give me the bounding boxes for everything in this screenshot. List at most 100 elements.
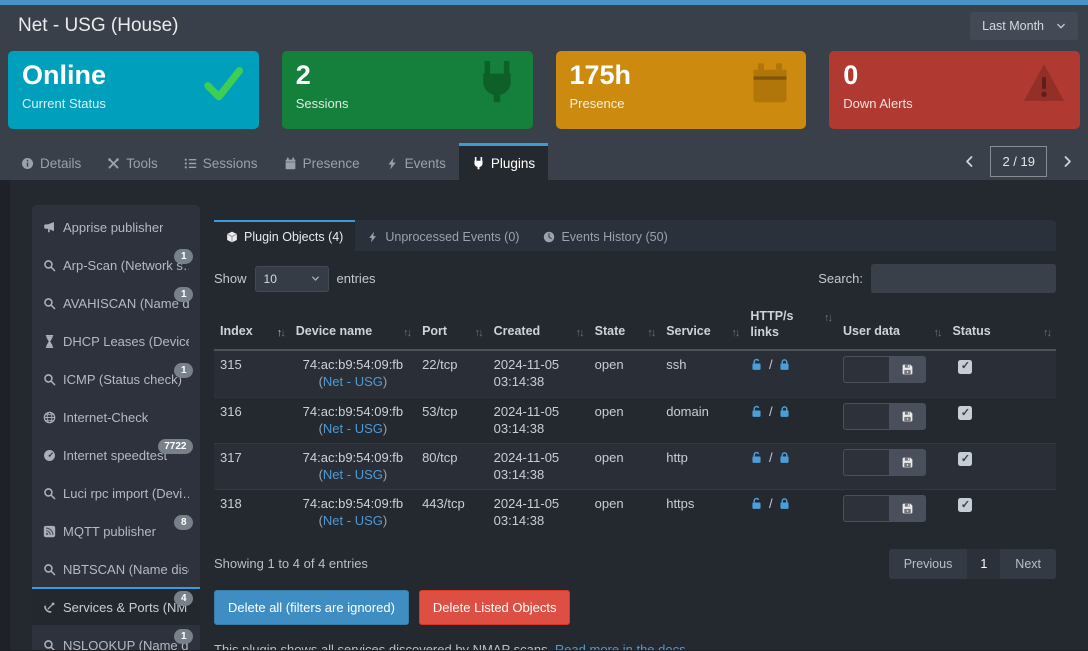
status-checkbox[interactable]: ✓ — [958, 406, 972, 420]
column-header-device-name[interactable]: ↑↓Device name — [290, 303, 416, 350]
page-size-select[interactable]: 10 — [255, 266, 329, 292]
card-down-alerts[interactable]: 0Down Alerts — [829, 51, 1080, 129]
status-checkbox[interactable]: ✓ — [958, 360, 972, 374]
card-current-status[interactable]: OnlineCurrent Status — [8, 51, 259, 129]
save-user-data-button[interactable] — [889, 356, 926, 383]
sidebar-item-label: DHCP Leases (Device … — [63, 334, 189, 349]
tab-details[interactable]: Details — [8, 143, 94, 180]
sidebar-item-nslookup-name-di[interactable]: NSLOOKUP (Name di…1 — [32, 625, 200, 650]
save-user-data-button[interactable] — [889, 403, 926, 430]
tab-label: Details — [40, 156, 81, 171]
sidebar-item-label: AVAHISCAN (Name di… — [63, 296, 189, 311]
sidebar-item-nbtscan-name-disc[interactable]: NBTSCAN (Name disc… — [32, 549, 200, 587]
save-user-data-button[interactable] — [889, 495, 926, 522]
device-link[interactable]: Net - USG — [323, 374, 383, 389]
delete-listed-button[interactable]: Delete Listed Objects — [419, 590, 571, 625]
sort-icon: ↑↓ — [277, 327, 284, 341]
sidebar-item-arp-scan-network-s[interactable]: Arp-Scan (Network s…1 — [32, 245, 200, 283]
docs-link[interactable]: Read more in the docs. — [555, 642, 689, 651]
cell-status: ✓ — [946, 350, 1056, 397]
column-header-state[interactable]: ↑↓State — [589, 303, 661, 350]
tab-sessions[interactable]: Sessions — [171, 143, 271, 180]
search-input[interactable] — [871, 264, 1056, 293]
user-data-input[interactable] — [843, 495, 889, 522]
plugin-description: This plugin shows all services discovere… — [214, 642, 1056, 651]
table-header-row: ↑↓Index↑↓Device name↑↓Port↑↓Created↑↓Sta… — [214, 303, 1056, 350]
https-link[interactable] — [778, 403, 791, 420]
bolt-icon — [386, 157, 399, 170]
next-page-button[interactable]: Next — [1000, 549, 1056, 579]
search-icon — [43, 563, 56, 576]
device-header: Net - USG (House) Last Month OnlineCurre… — [0, 5, 1088, 180]
https-link[interactable] — [778, 356, 791, 373]
sidebar-item-apprise-publisher[interactable]: Apprise publisher — [32, 207, 200, 245]
tab-events[interactable]: Events — [373, 143, 459, 180]
sidebar-item-internet-check[interactable]: Internet-Check — [32, 397, 200, 435]
tab-presence[interactable]: Presence — [271, 143, 373, 180]
period-selector[interactable]: Last Month — [970, 12, 1078, 40]
user-data-input[interactable] — [843, 449, 889, 476]
http-link[interactable] — [750, 356, 763, 373]
column-header-status[interactable]: ↑↓Status — [946, 303, 1056, 350]
floppy-icon — [901, 410, 914, 423]
device-link[interactable]: Net - USG — [323, 467, 383, 482]
https-link[interactable] — [778, 495, 791, 512]
pager-previous-button[interactable] — [959, 151, 980, 172]
links-separator: / — [765, 357, 776, 372]
sidebar-item-luci-rpc-import-devi[interactable]: Luci rpc import (Devi… — [32, 473, 200, 511]
column-label: Status — [952, 324, 990, 338]
column-header-index[interactable]: ↑↓ Index — [214, 303, 290, 350]
http-link[interactable] — [750, 495, 763, 512]
column-label: Index — [220, 324, 253, 338]
sidebar-item-avahiscan-name-di[interactable]: AVAHISCAN (Name di…1 — [32, 283, 200, 321]
plugin-tab-events-history-50[interactable]: Events History (50) — [531, 220, 679, 251]
plugins-sidebar: Apprise publisherArp-Scan (Network s…1AV… — [32, 205, 200, 650]
column-header-service[interactable]: ↑↓Service — [660, 303, 744, 350]
card-presence[interactable]: 175hPresence — [556, 51, 807, 129]
floppy-icon — [901, 363, 914, 376]
rss-icon — [43, 525, 56, 538]
list-icon — [184, 157, 197, 170]
pager-next-button[interactable] — [1057, 151, 1078, 172]
user-data-input[interactable] — [843, 356, 889, 383]
column-header-port[interactable]: ↑↓Port — [416, 303, 488, 350]
sort-icon: ↑↓ — [731, 327, 738, 341]
search-icon — [43, 297, 56, 310]
status-checkbox[interactable]: ✓ — [958, 498, 972, 512]
device-link[interactable]: Net - USG — [323, 421, 383, 436]
card-sessions[interactable]: 2Sessions — [282, 51, 533, 129]
status-checkbox[interactable]: ✓ — [958, 452, 972, 466]
tab-label: Events — [405, 156, 446, 171]
delete-all-button[interactable]: Delete all (filters are ignored) — [214, 590, 409, 625]
device-link[interactable]: Net - USG — [323, 513, 383, 528]
tools-icon — [107, 157, 120, 170]
tab-tools[interactable]: Tools — [94, 143, 171, 180]
current-page-button[interactable]: 1 — [967, 549, 1000, 579]
column-header-created[interactable]: ↑↓Created — [488, 303, 589, 350]
plugin-tab-unprocessed-events-0[interactable]: Unprocessed Events (0) — [355, 220, 531, 251]
http-link[interactable] — [750, 403, 763, 420]
sidebar-item-mqtt-publisher[interactable]: MQTT publisher8 — [32, 511, 200, 549]
sidebar-item-label: Apprise publisher — [63, 220, 163, 235]
http-link[interactable] — [750, 449, 763, 466]
previous-page-button[interactable]: Previous — [889, 549, 968, 579]
plug-icon — [475, 61, 519, 105]
sidebar-item-services-ports-nm[interactable]: Services & Ports (NM…4 — [32, 587, 200, 625]
tab-plugins[interactable]: Plugins — [459, 143, 548, 180]
table-pagination: Previous 1 Next — [889, 549, 1056, 579]
status-cards: OnlineCurrent Status 2Sessions 175hPresenc… — [0, 47, 1088, 143]
sidebar-item-internet-speedtest[interactable]: Internet speedtest7722 — [32, 435, 200, 473]
user-data-input[interactable] — [843, 403, 889, 430]
save-user-data-button[interactable] — [889, 449, 926, 476]
cell-http-links: / — [744, 490, 837, 536]
plugin-tab-plugin-objects-4[interactable]: Plugin Objects (4) — [214, 220, 355, 251]
https-link[interactable] — [778, 449, 791, 466]
column-label: Created — [494, 324, 541, 338]
speedometer-icon — [43, 449, 56, 462]
sidebar-item-icmp-status-check[interactable]: ICMP (Status check)1 — [32, 359, 200, 397]
column-header-user-data[interactable]: ↑↓User data — [837, 303, 946, 350]
column-label: Port — [422, 324, 447, 338]
sidebar-item-dhcp-leases-device[interactable]: DHCP Leases (Device … — [32, 321, 200, 359]
column-header-http-s-links[interactable]: ↑↓HTTP/s links — [744, 303, 837, 350]
cell-state: open — [589, 397, 661, 443]
